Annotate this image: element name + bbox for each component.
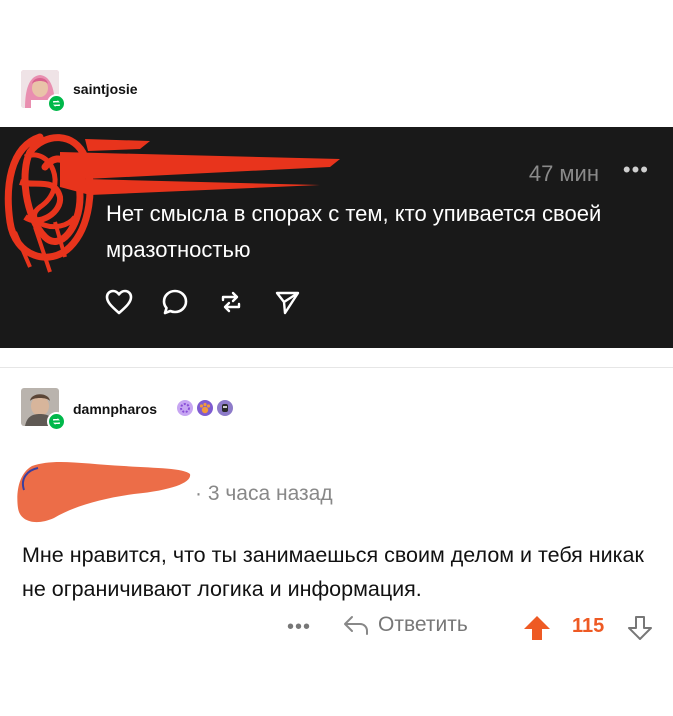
paw-badge-icon[interactable] [196, 399, 214, 417]
comment-time: 47 мин [528, 161, 599, 186]
downvote-button[interactable] [626, 614, 654, 647]
comment-footer: ••• Ответить 115 [0, 608, 673, 648]
avatar[interactable] [21, 70, 66, 113]
upvote-arrow-icon [524, 616, 550, 640]
divider [0, 367, 673, 368]
reblog-icon [47, 412, 66, 431]
comment-card-dark: 47 мин ••• Нет смысла в спорах с тем, кт… [0, 127, 673, 348]
username[interactable]: saintjosie [73, 81, 138, 97]
vote-score: 115 [572, 615, 605, 637]
reblog-icon [221, 291, 241, 313]
comment-text: Мне нравится, что ты занимаешься своим д… [22, 543, 644, 601]
comment-card: · 3 часа назад Мне нравится, что ты зани… [0, 446, 673, 651]
more-options-button[interactable]: ••• [623, 157, 649, 183]
upvote-button[interactable] [522, 614, 552, 647]
reblog-icon [47, 94, 66, 113]
badge-icon[interactable] [216, 399, 234, 417]
badges [176, 399, 234, 417]
reply-button[interactable]: Ответить [342, 613, 468, 637]
reblog-header-saintjosie: saintjosie [0, 65, 673, 115]
reblog-header-damnpharos: damnpharos [0, 382, 673, 432]
share-button[interactable] [272, 287, 302, 317]
heart-icon [105, 289, 133, 315]
reply-button[interactable] [160, 287, 190, 317]
send-icon [275, 291, 300, 315]
reply-label: Ответить [378, 613, 468, 636]
like-button[interactable] [104, 287, 134, 317]
comment-time: · 3 часа назад [195, 482, 333, 505]
badge-icon[interactable] [176, 399, 194, 417]
more-options-button[interactable]: ••• [287, 616, 311, 639]
comment-actions [104, 287, 302, 317]
redaction-blob [17, 461, 191, 523]
reply-arrow-icon [344, 616, 368, 635]
redaction-scribble [4, 133, 340, 273]
reblog-button[interactable] [216, 287, 246, 317]
downvote-arrow-icon [628, 616, 652, 640]
username[interactable]: damnpharos [73, 401, 157, 417]
speech-bubble-icon [162, 289, 188, 315]
avatar[interactable] [21, 388, 66, 431]
